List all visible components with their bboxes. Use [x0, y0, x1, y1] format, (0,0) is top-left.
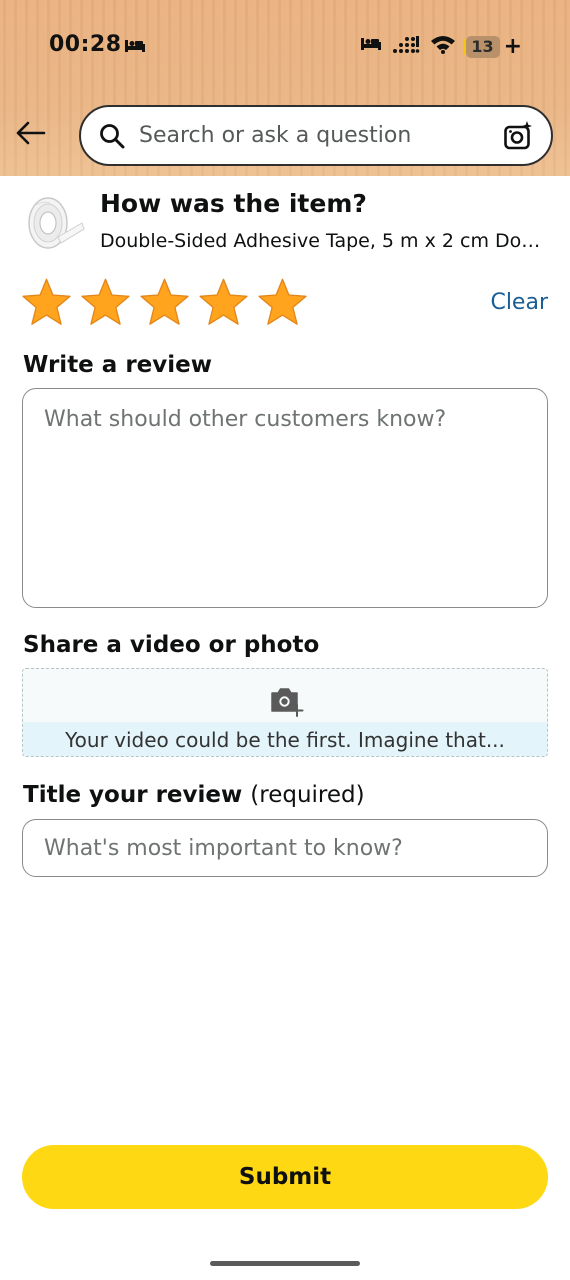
title-label: Title your review (required) — [23, 782, 365, 808]
product-name: Double-Sided Adhesive Tape, 5 m x 2 cm D… — [100, 230, 545, 252]
media-banner: Your video could be the first. Imagine t… — [23, 722, 547, 756]
signal-icon — [392, 34, 420, 59]
title-label-text: Title your review — [23, 782, 243, 808]
clear-rating-link[interactable]: Clear — [490, 290, 548, 315]
star-1[interactable] — [20, 276, 73, 329]
media-upload-box[interactable]: Your video could be the first. Imagine t… — [22, 668, 548, 757]
star-5[interactable] — [256, 276, 309, 329]
star-3[interactable] — [138, 276, 191, 329]
add-photo-icon — [269, 685, 305, 717]
sleep-mode-icon — [360, 36, 382, 57]
submit-button[interactable]: Submit — [22, 1145, 548, 1209]
star-4[interactable] — [197, 276, 250, 329]
review-title-input[interactable] — [22, 819, 548, 877]
battery-indicator: 13 — [462, 35, 500, 58]
required-text: (required) — [250, 782, 365, 808]
star-2[interactable] — [79, 276, 132, 329]
media-label: Share a video or photo — [23, 632, 320, 658]
product-thumbnail — [24, 193, 86, 255]
wifi-icon — [430, 34, 456, 59]
review-textarea[interactable] — [22, 388, 548, 608]
review-label: Write a review — [23, 352, 212, 378]
camera-search-icon[interactable] — [499, 116, 539, 156]
rating-question: How was the item? — [100, 189, 367, 218]
status-time: 00:28 — [49, 32, 122, 57]
sleep-mode-icon — [124, 38, 146, 59]
search-bar[interactable] — [79, 105, 553, 166]
search-input[interactable] — [139, 115, 499, 156]
star-rating[interactable] — [20, 276, 309, 329]
home-indicator[interactable] — [210, 1261, 360, 1266]
charging-indicator: + — [503, 34, 522, 59]
back-arrow-icon — [16, 121, 46, 145]
app-header: 00:28 13 + — [0, 0, 570, 176]
search-icon — [98, 122, 126, 150]
status-bar: 00:28 13 + — [0, 28, 570, 64]
status-icons: 13 + — [360, 34, 522, 59]
back-button[interactable] — [14, 116, 48, 150]
